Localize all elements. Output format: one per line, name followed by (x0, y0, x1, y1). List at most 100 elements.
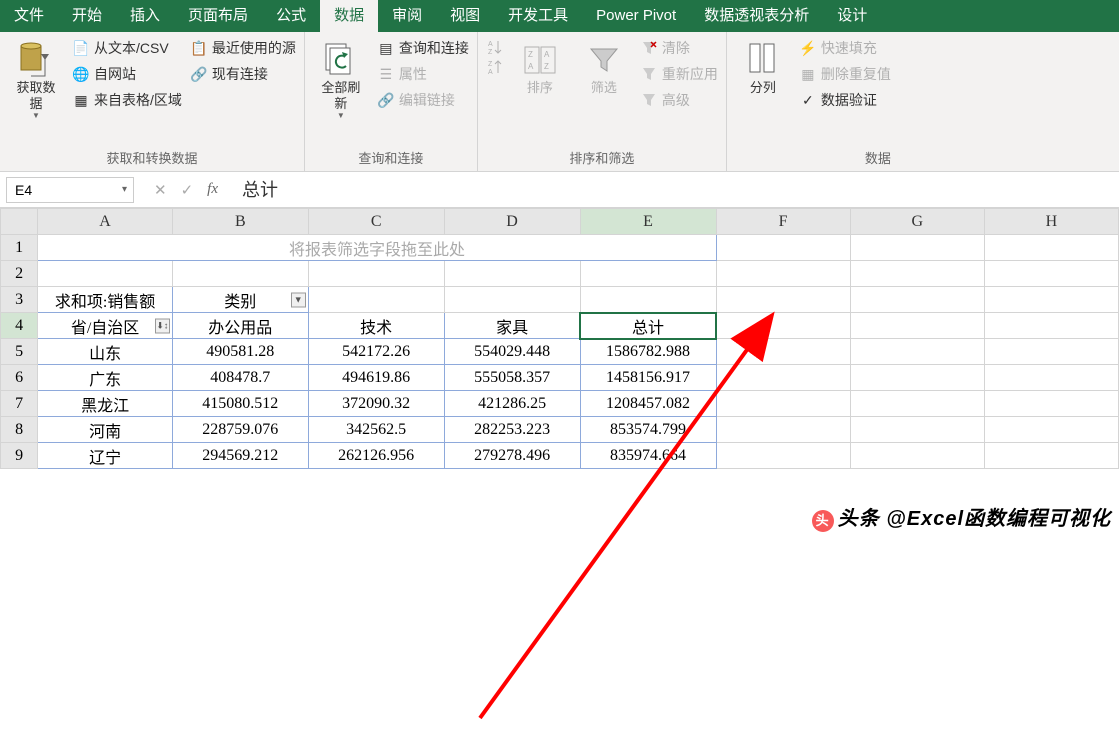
row-header-8[interactable]: 8 (1, 417, 38, 443)
from-web-button[interactable]: 🌐自网站 (72, 64, 182, 84)
removedup-icon: ▦ (799, 65, 817, 83)
col-header-E[interactable]: E (580, 209, 716, 235)
advanced-filter-button[interactable]: 高级 (640, 90, 718, 110)
table-row[interactable]: 辽宁 (38, 443, 173, 469)
table-cell[interactable]: 1586782.988 (580, 339, 716, 365)
refresh-all-button[interactable]: 全部刷新 ▼ (313, 36, 369, 124)
table-cell[interactable]: 555058.357 (444, 365, 580, 391)
table-row[interactable]: 黑龙江 (38, 391, 173, 417)
row-header-1[interactable]: 1 (1, 235, 38, 261)
sort-desc-icon: ZA (486, 58, 504, 76)
fx-button[interactable]: fx (207, 181, 218, 199)
col-header-C[interactable]: C (308, 209, 444, 235)
ribbon: 获取数 据 ▼ 📄从文本/CSV 🌐自网站 ▦来自表格/区域 📋最近使用的源 🔗… (0, 32, 1119, 172)
table-cell[interactable]: 494619.86 (308, 365, 444, 391)
tab-review[interactable]: 审阅 (378, 0, 436, 32)
row-header-9[interactable]: 9 (1, 443, 38, 469)
tab-powerpivot[interactable]: Power Pivot (582, 0, 690, 32)
recent-sources-button[interactable]: 📋最近使用的源 (190, 38, 296, 58)
table-cell[interactable]: 228759.076 (172, 417, 308, 443)
pivot-row-field[interactable]: 省/自治区⬇↕ (38, 313, 173, 339)
text-to-columns-button[interactable]: 分列 (735, 36, 791, 100)
svg-text:Z: Z (488, 61, 493, 68)
pivot-col-2[interactable]: 家具 (444, 313, 580, 339)
pivot-col-1[interactable]: 技术 (308, 313, 444, 339)
pivot-col-0[interactable]: 办公用品 (172, 313, 308, 339)
row-header-5[interactable]: 5 (1, 339, 38, 365)
cancel-formula-button[interactable]: ✕ (154, 181, 167, 199)
name-box[interactable]: E4 (6, 177, 134, 203)
table-cell[interactable]: 279278.496 (444, 443, 580, 469)
flash-fill-button[interactable]: ⚡快速填充 (799, 38, 891, 58)
properties-button[interactable]: ☰属性 (377, 64, 469, 84)
tab-home[interactable]: 开始 (58, 0, 116, 32)
texttocolumns-icon (745, 40, 781, 80)
table-cell[interactable]: 554029.448 (444, 339, 580, 365)
col-header-B[interactable]: B (172, 209, 308, 235)
row-dropdown-button[interactable]: ⬇↕ (155, 318, 170, 333)
table-row[interactable]: 广东 (38, 365, 173, 391)
table-row[interactable]: 山东 (38, 339, 173, 365)
row-header-6[interactable]: 6 (1, 365, 38, 391)
table-cell[interactable]: 262126.956 (308, 443, 444, 469)
editlinks-icon: 🔗 (377, 91, 395, 109)
sort-button[interactable]: ZAAZ 排序 (512, 36, 568, 100)
table-cell[interactable]: 421286.25 (444, 391, 580, 417)
table-row[interactable]: 河南 (38, 417, 173, 443)
col-header-H[interactable]: H (984, 209, 1118, 235)
sort-az-button[interactable]: AZ (486, 38, 504, 56)
row-header-3[interactable]: 3 (1, 287, 38, 313)
queries-connections-button[interactable]: ▤查询和连接 (377, 38, 469, 58)
table-cell[interactable]: 835974.664 (580, 443, 716, 469)
get-data-button[interactable]: 获取数 据 ▼ (8, 36, 64, 124)
from-range-button[interactable]: ▦来自表格/区域 (72, 90, 182, 110)
tab-layout[interactable]: 页面布局 (174, 0, 262, 32)
recent-icon: 📋 (190, 39, 208, 57)
clear-filter-button[interactable]: 清除 (640, 38, 718, 58)
column-dropdown-button[interactable]: ▼ (291, 292, 306, 307)
accept-formula-button[interactable]: ✓ (181, 181, 194, 199)
tab-file[interactable]: 文件 (0, 0, 58, 32)
tab-data[interactable]: 数据 (320, 0, 378, 32)
table-cell[interactable]: 342562.5 (308, 417, 444, 443)
remove-duplicates-button[interactable]: ▦删除重复值 (799, 64, 891, 84)
row-header-4[interactable]: 4 (1, 313, 38, 339)
spreadsheet-grid[interactable]: A B C D E F G H 1 将报表筛选字段拖至此处 2 3 求和项:销售… (0, 208, 1119, 469)
table-cell[interactable]: 372090.32 (308, 391, 444, 417)
col-header-G[interactable]: G (850, 209, 984, 235)
edit-links-button[interactable]: 🔗编辑链接 (377, 90, 469, 110)
tab-insert[interactable]: 插入 (116, 0, 174, 32)
tab-pivotanalyze[interactable]: 数据透视表分析 (690, 0, 823, 32)
reapply-button[interactable]: 重新应用 (640, 64, 718, 84)
filter-button[interactable]: 筛选 (576, 36, 632, 100)
from-csv-button[interactable]: 📄从文本/CSV (72, 38, 182, 58)
table-cell[interactable]: 1458156.917 (580, 365, 716, 391)
row-header-7[interactable]: 7 (1, 391, 38, 417)
col-header-D[interactable]: D (444, 209, 580, 235)
data-validation-button[interactable]: ✓数据验证 (799, 90, 891, 110)
row-header-2[interactable]: 2 (1, 261, 38, 287)
table-cell[interactable]: 408478.7 (172, 365, 308, 391)
table-cell[interactable]: 853574.799 (580, 417, 716, 443)
col-header-A[interactable]: A (38, 209, 173, 235)
pivot-filter-drop-area[interactable]: 将报表筛选字段拖至此处 (38, 235, 716, 261)
table-cell[interactable]: 294569.212 (172, 443, 308, 469)
reapply-icon (640, 65, 658, 83)
existing-connections-button[interactable]: 🔗现有连接 (190, 64, 296, 84)
tab-formulas[interactable]: 公式 (262, 0, 320, 32)
pivot-column-field[interactable]: 类别▼ (172, 287, 308, 313)
sort-za-button[interactable]: ZA (486, 58, 504, 76)
select-all-corner[interactable] (1, 209, 38, 235)
col-header-F[interactable]: F (716, 209, 850, 235)
tab-design[interactable]: 设计 (823, 0, 881, 32)
table-cell[interactable]: 490581.28 (172, 339, 308, 365)
table-cell[interactable]: 282253.223 (444, 417, 580, 443)
pivot-col-total[interactable]: 总计 (580, 313, 716, 339)
table-cell[interactable]: 1208457.082 (580, 391, 716, 417)
tab-view[interactable]: 视图 (436, 0, 494, 32)
table-cell[interactable]: 415080.512 (172, 391, 308, 417)
tab-developer[interactable]: 开发工具 (494, 0, 582, 32)
formula-input[interactable]: 总计 (232, 177, 1119, 203)
table-cell[interactable]: 542172.26 (308, 339, 444, 365)
pivot-datafield-label[interactable]: 求和项:销售额 (38, 287, 173, 313)
